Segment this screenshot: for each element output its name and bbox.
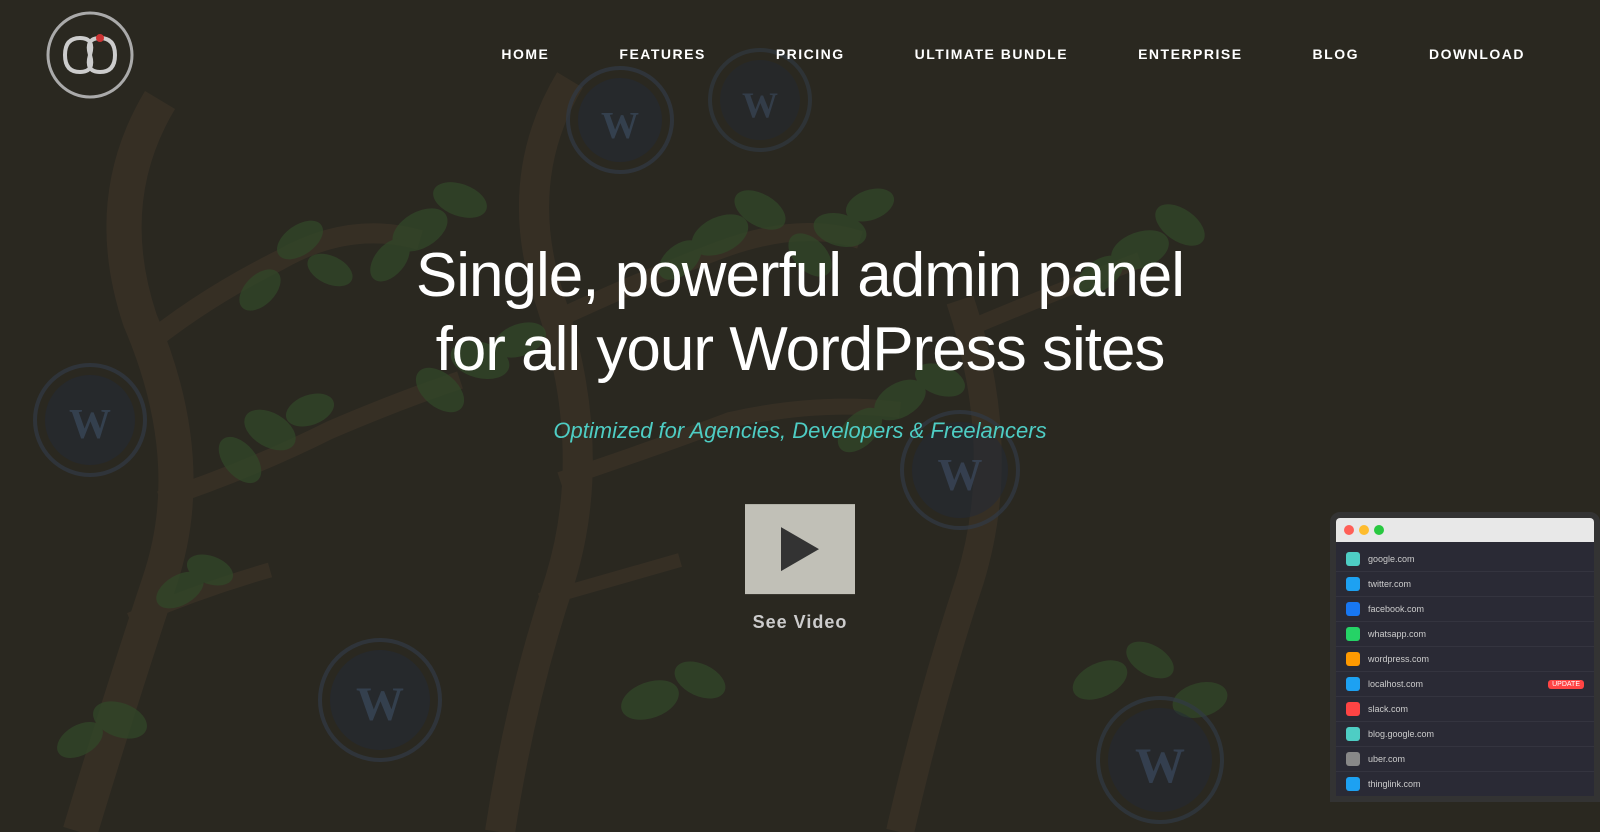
list-icon [1346,702,1360,716]
close-dot [1344,525,1354,535]
video-button[interactable]: See Video [745,504,855,633]
list-item: facebook.com [1336,597,1594,622]
list-item: localhost.com UPDATE [1336,672,1594,697]
list-icon [1346,602,1360,616]
logo[interactable] [40,5,140,105]
list-icon [1346,752,1360,766]
list-icon [1346,727,1360,741]
navbar: HOME FEATURES PRICING ULTIMATE BUNDLE EN… [0,0,1600,110]
list-item: blog.google.com [1336,722,1594,747]
list-item: google.com [1336,547,1594,572]
nav-link-ultimate-bundle[interactable]: ULTIMATE BUNDLE [880,46,1103,62]
nav-item-blog[interactable]: BLOG [1278,46,1394,64]
hero-subtitle: Optimized for Agencies, Developers & Fre… [350,418,1250,444]
list-item: bamboo.com [1336,797,1594,802]
nav-link-home[interactable]: HOME [466,46,584,62]
list-item: slack.com [1336,697,1594,722]
nav-item-download[interactable]: DOWNLOAD [1394,46,1560,64]
hero-content: Single, powerful admin panel for all you… [350,239,1250,633]
nav-link-features[interactable]: FEATURES [584,46,740,62]
list-icon [1346,627,1360,641]
video-play-box[interactable] [745,504,855,594]
list-item: twitter.com [1336,572,1594,597]
nav-link-pricing[interactable]: PRICING [741,46,880,62]
nav-links: HOME FEATURES PRICING ULTIMATE BUNDLE EN… [466,46,1560,64]
update-badge: UPDATE [1548,680,1584,689]
list-icon [1346,577,1360,591]
list-item: whatsapp.com [1336,622,1594,647]
logo-icon [45,10,135,100]
hero-title: Single, powerful admin panel for all you… [350,239,1250,388]
nav-link-blog[interactable]: BLOG [1278,46,1394,62]
list-icon [1346,652,1360,666]
nav-link-download[interactable]: DOWNLOAD [1394,46,1560,62]
nav-item-ultimate-bundle[interactable]: ULTIMATE BUNDLE [880,46,1103,64]
list-item: uber.com [1336,747,1594,772]
hero-section: W W W W W W [0,0,1600,832]
laptop-list: google.com twitter.com facebook.com what… [1336,542,1594,802]
nav-item-enterprise[interactable]: ENTERPRISE [1103,46,1277,64]
laptop-screen: google.com twitter.com facebook.com what… [1330,512,1600,802]
list-icon [1346,677,1360,691]
video-label: See Video [753,612,848,633]
list-item: thinglink.com [1336,772,1594,797]
laptop-titlebar [1336,518,1594,542]
nav-item-home[interactable]: HOME [466,46,584,64]
play-icon [781,527,819,571]
minimize-dot [1359,525,1369,535]
nav-item-features[interactable]: FEATURES [584,46,740,64]
list-icon [1346,777,1360,791]
list-item: wordpress.com [1336,647,1594,672]
nav-link-enterprise[interactable]: ENTERPRISE [1103,46,1277,62]
laptop-mockup: google.com twitter.com facebook.com what… [1320,512,1600,832]
nav-item-pricing[interactable]: PRICING [741,46,880,64]
list-icon [1346,552,1360,566]
maximize-dot [1374,525,1384,535]
